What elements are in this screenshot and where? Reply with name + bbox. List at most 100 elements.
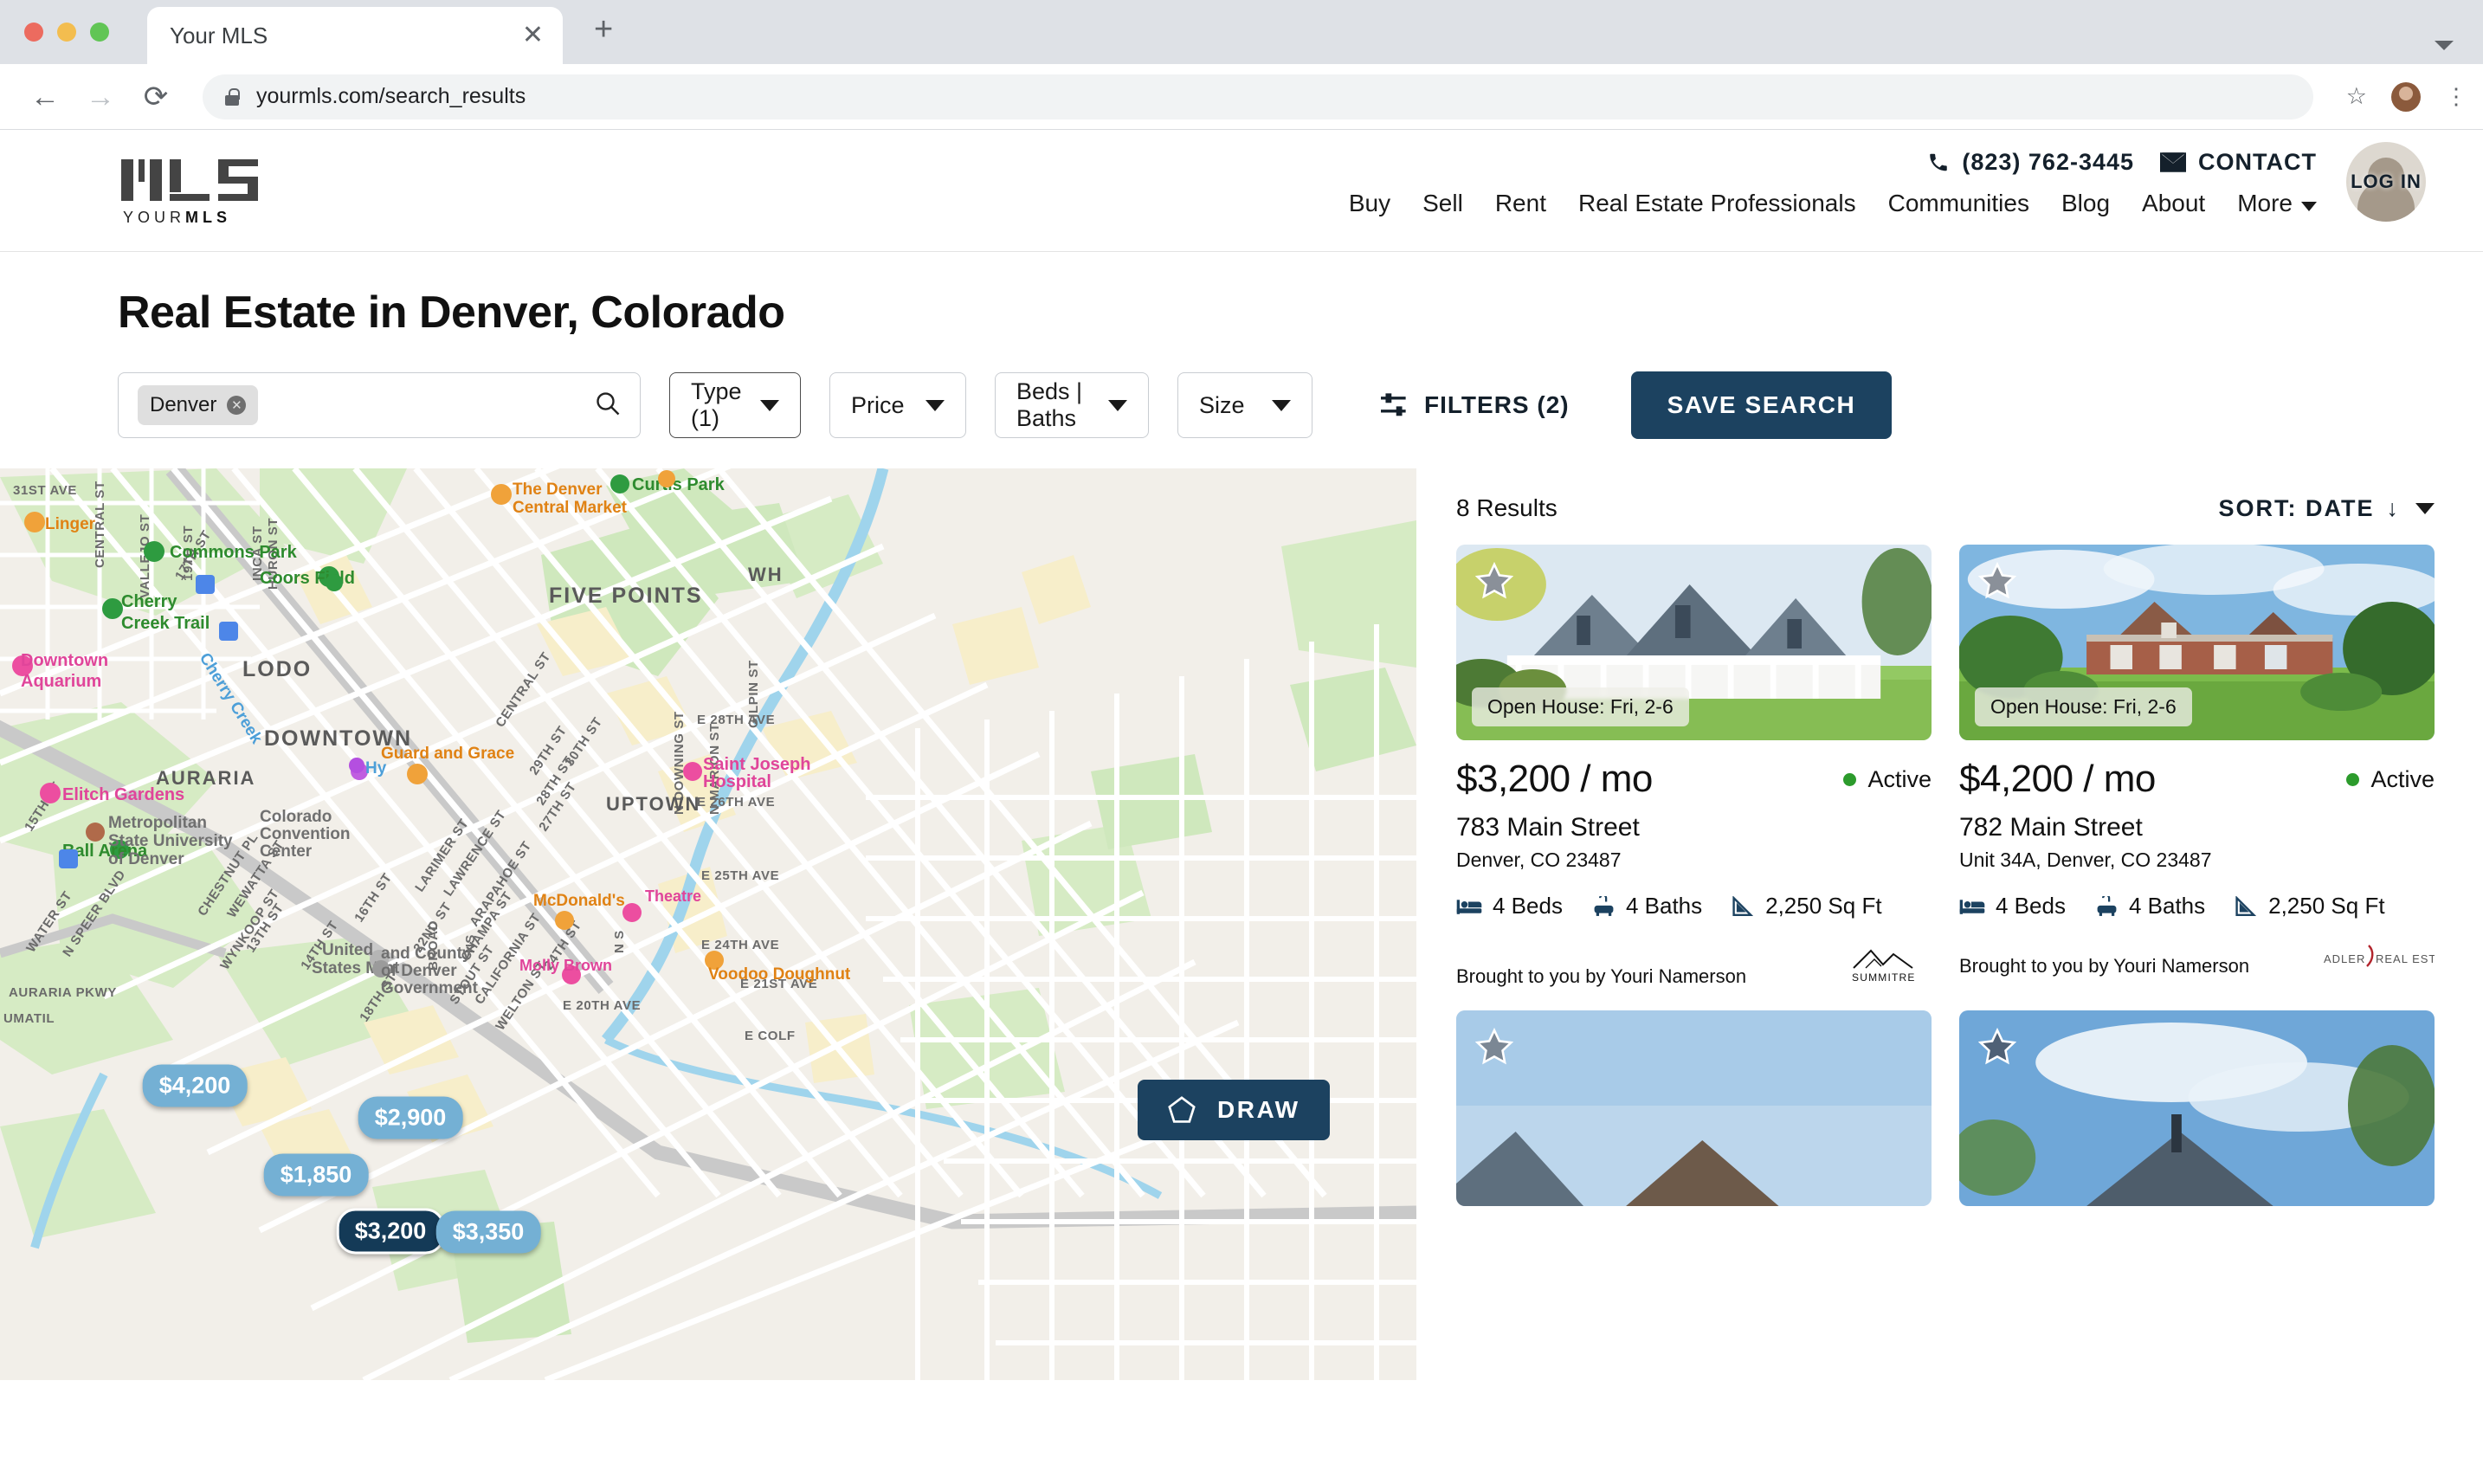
phone-icon xyxy=(1930,153,1948,171)
map-price-pin[interactable]: $1,850 xyxy=(263,1153,369,1197)
pentagon-icon xyxy=(1168,1096,1196,1123)
new-tab-icon[interactable]: + xyxy=(594,11,613,64)
listing-footer: Brought to you by Youri Namerson ADLER R… xyxy=(1959,942,2459,978)
browser-menu-icon[interactable]: ⋮ xyxy=(2445,85,2467,106)
favorite-star-icon[interactable] xyxy=(1977,561,2017,604)
listing-card[interactable] xyxy=(1456,1010,1932,1206)
listing-card[interactable]: Open House: Fri, 2-6 $4,200 / mo Active … xyxy=(1959,545,2459,988)
listing-sqft-label: 2,250 Sq Ft xyxy=(2268,893,2385,919)
listing-beds: 4 Beds xyxy=(1959,893,2066,919)
svg-text:Guard and Grace: Guard and Grace xyxy=(381,745,514,763)
favorite-star-icon[interactable] xyxy=(1977,1027,2017,1070)
svg-text:Hy: Hy xyxy=(365,759,387,777)
contact-link[interactable]: CONTACT xyxy=(2160,149,2317,176)
filter-size-label: Size xyxy=(1199,391,1245,418)
filter-beds-baths-dropdown[interactable]: Beds | Baths xyxy=(995,372,1149,438)
nav-item-buy[interactable]: Buy xyxy=(1349,190,1390,217)
listing-image[interactable] xyxy=(1959,1010,2435,1206)
listing-stats: 4 Beds 4 Baths 2,250 Sq Ft xyxy=(1959,893,2435,919)
summitre-logo-icon: SUMMITRE xyxy=(1852,949,1914,984)
close-window-button[interactable] xyxy=(24,23,43,42)
map-price-pin-selected[interactable]: $3,200 xyxy=(336,1208,445,1255)
draw-button[interactable]: DRAW xyxy=(1138,1080,1330,1140)
filters-button[interactable]: FILTERS (2) xyxy=(1379,391,1570,419)
phone-link[interactable]: (823) 762-3445 xyxy=(1927,149,2134,176)
svg-text:Colorado: Colorado xyxy=(260,808,332,826)
status-label: Active xyxy=(2370,765,2435,792)
nav-item-blog[interactable]: Blog xyxy=(2061,190,2110,217)
filter-size-dropdown[interactable]: Size xyxy=(1177,372,1312,438)
svg-text:LODO: LODO xyxy=(242,657,312,681)
chevron-down-icon[interactable] xyxy=(2435,41,2454,50)
contact-label: CONTACT xyxy=(2198,149,2317,175)
address-bar[interactable]: yourmls.com/search_results xyxy=(203,74,2313,119)
forward-icon[interactable]: → xyxy=(85,82,116,112)
listing-city: Denver, CO 23487 xyxy=(1456,848,1622,871)
map-price-pin[interactable]: $2,900 xyxy=(358,1096,463,1139)
chevron-down-icon xyxy=(925,399,945,411)
nav-item-rent[interactable]: Rent xyxy=(1495,190,1546,217)
star-icon xyxy=(1977,561,2017,599)
listing-card[interactable] xyxy=(1959,1010,2435,1206)
maximize-window-button[interactable] xyxy=(90,23,109,42)
site-logo[interactable]: YOURMLS xyxy=(121,156,268,227)
minimize-window-button[interactable] xyxy=(57,23,76,42)
nav-item-sell[interactable]: Sell xyxy=(1422,190,1463,217)
reload-icon[interactable]: ⟳ xyxy=(140,82,171,112)
search-input[interactable]: Denver ✕ xyxy=(118,372,641,438)
listing-baths-label: 4 Baths xyxy=(2128,893,2206,919)
map-price-pin[interactable]: $4,200 xyxy=(142,1064,248,1107)
back-icon[interactable]: ← xyxy=(29,82,61,112)
svg-text:Hospital: Hospital xyxy=(703,772,771,791)
svg-text:Voodoo Doughnut: Voodoo Doughnut xyxy=(708,965,851,984)
browser-profile-avatar[interactable] xyxy=(2391,81,2421,112)
sort-dropdown[interactable]: SORT: DATE ↓ xyxy=(2219,495,2435,522)
brokerage-logo: SUMMITRE xyxy=(1848,942,1932,988)
save-search-button[interactable]: SAVE SEARCH xyxy=(1630,371,1893,439)
mls-logo-icon xyxy=(121,159,258,201)
window-traffic-lights xyxy=(24,23,109,64)
search-icon[interactable] xyxy=(595,390,621,421)
logo-wordmark-mls: MLS xyxy=(185,209,232,226)
svg-text:Saint Joseph: Saint Joseph xyxy=(703,755,810,774)
logo-wordmark-your: YOUR xyxy=(123,209,186,226)
listing-beds-label: 4 Beds xyxy=(1996,893,2066,919)
nav-item-communities[interactable]: Communities xyxy=(1888,190,2029,217)
main-navigation: Buy Sell Rent Real Estate Professionals … xyxy=(1349,190,2421,217)
listing-image[interactable]: Open House: Fri, 2-6 xyxy=(1456,545,1932,740)
remove-chip-icon[interactable]: ✕ xyxy=(227,396,247,415)
listing-agent: Brought to you by Youri Namerson xyxy=(1456,965,1747,987)
nav-item-real-estate-professionals[interactable]: Real Estate Professionals xyxy=(1578,190,1856,217)
map-price-pin[interactable]: $3,350 xyxy=(435,1210,541,1254)
listing-address: 782 Main Street xyxy=(1959,813,2143,842)
favorite-star-icon[interactable] xyxy=(1474,1027,1514,1070)
nav-item-more[interactable]: More xyxy=(2237,190,2317,217)
listing-image[interactable]: Open House: Fri, 2-6 xyxy=(1959,545,2435,740)
map-canvas[interactable]: .rd { stroke:#ffffff; fill:none; } .rdc … xyxy=(0,468,1416,1380)
svg-text:The Denver: The Denver xyxy=(513,481,603,499)
status-dot-icon xyxy=(2346,772,2360,786)
brokerage-logo: ADLER REAL ESTATE xyxy=(2324,942,2459,978)
bookmark-star-icon[interactable]: ☆ xyxy=(2346,83,2367,110)
browser-tab[interactable]: Your MLS ✕ xyxy=(147,7,563,64)
listing-image[interactable] xyxy=(1456,1010,1932,1206)
sort-direction-icon: ↓ xyxy=(2386,494,2400,521)
filter-type-dropdown[interactable]: Type (1) xyxy=(669,372,801,438)
favorite-star-icon[interactable] xyxy=(1474,561,1514,604)
location-chip[interactable]: Denver ✕ xyxy=(138,385,259,425)
chevron-down-icon xyxy=(1272,399,1291,411)
nav-item-about[interactable]: About xyxy=(2142,190,2205,217)
login-button[interactable]: LOG IN xyxy=(2346,142,2426,222)
adler-real-estate-logo-icon: ADLER REAL ESTATE xyxy=(2324,945,2459,967)
filter-price-dropdown[interactable]: Price xyxy=(829,372,966,438)
map-pane[interactable]: .rd { stroke:#ffffff; fill:none; } .rdc … xyxy=(0,468,1416,1380)
svg-text:E 20TH AVE: E 20TH AVE xyxy=(563,998,641,1013)
status-badge: Active xyxy=(2346,766,2435,793)
filter-beds-baths-label: Beds | Baths xyxy=(1016,378,1083,431)
close-tab-icon[interactable]: ✕ xyxy=(522,23,544,48)
header-right: (823) 762-3445 CONTACT Buy Sell Rent Rea… xyxy=(1349,149,2421,217)
listing-photo xyxy=(1456,1010,1932,1206)
listing-card[interactable]: Open House: Fri, 2-6 $3,200 / mo Active … xyxy=(1456,545,1932,988)
listing-photo xyxy=(1959,1010,2435,1206)
status-badge: Active xyxy=(1843,766,1932,793)
